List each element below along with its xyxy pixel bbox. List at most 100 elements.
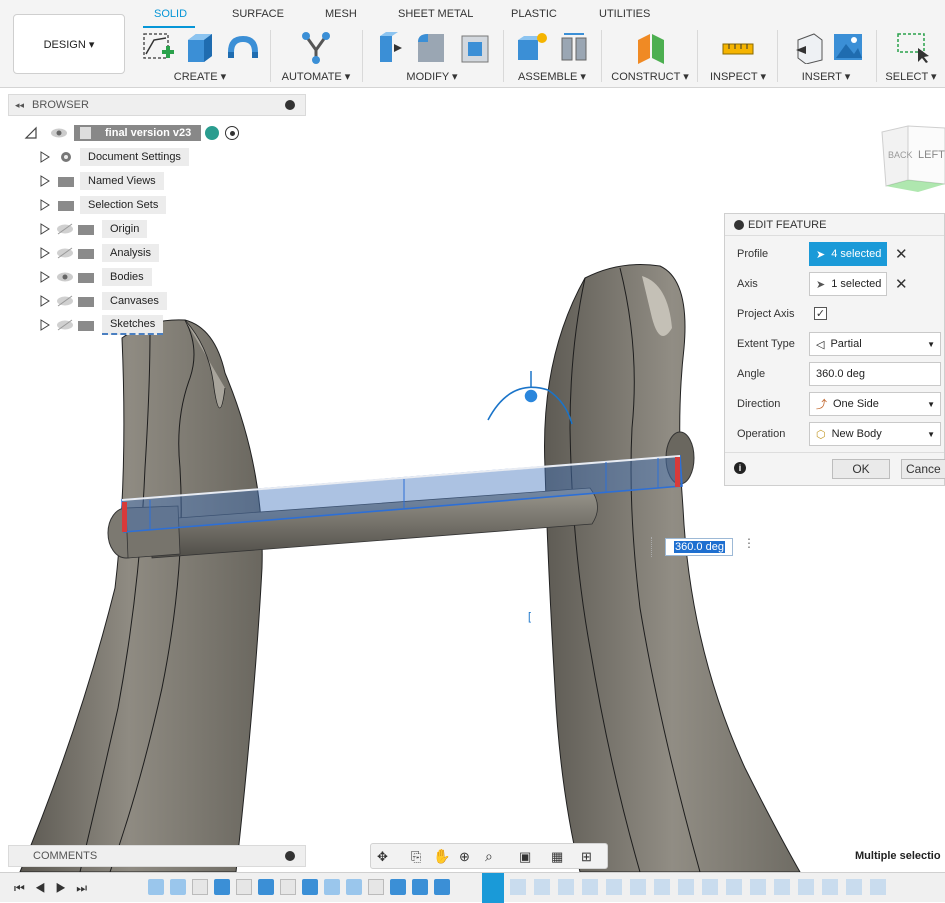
select-menu[interactable]: SELECT ▾: [882, 70, 940, 83]
timeline-feature-icon[interactable]: [726, 879, 742, 895]
extent-type-dropdown[interactable]: ◁ Partial ▼: [809, 332, 941, 356]
timeline-feature-icon[interactable]: [412, 879, 428, 895]
expand-icon[interactable]: [40, 271, 50, 283]
fillet-icon[interactable]: [414, 30, 448, 64]
visibility-eye-icon[interactable]: [56, 270, 76, 284]
tab-utilities[interactable]: UTILITIES: [599, 8, 650, 20]
joint-icon[interactable]: [556, 30, 592, 64]
tree-item-bodies[interactable]: Bodies: [40, 267, 152, 287]
direction-dropdown[interactable]: ⤴ One Side ▼: [809, 392, 941, 416]
timeline-feature-icon[interactable]: [654, 879, 670, 895]
timeline-feature-icon[interactable]: [750, 879, 766, 895]
timeline-feature-icon[interactable]: [236, 879, 252, 895]
grid-settings-icon[interactable]: ▦: [551, 849, 563, 865]
expand-icon[interactable]: [40, 295, 50, 307]
timeline-feature-icon[interactable]: [346, 879, 362, 895]
automate-icon[interactable]: [298, 30, 334, 64]
revolve-icon[interactable]: [224, 30, 262, 64]
timeline-feature-icon[interactable]: [324, 879, 340, 895]
measure-icon[interactable]: [721, 30, 755, 64]
left-leg-body[interactable]: [19, 319, 263, 872]
expand-root-icon[interactable]: [24, 126, 38, 140]
timeline-feature-icon[interactable]: [582, 879, 598, 895]
timeline-feature-icon[interactable]: [214, 879, 230, 895]
timeline-controls[interactable]: ⏮◀▶⏭: [14, 881, 97, 896]
zoom-icon[interactable]: ⊕: [459, 849, 470, 865]
expand-icon[interactable]: [40, 223, 50, 235]
clear-axis-icon[interactable]: ✕: [895, 275, 908, 293]
tree-item-selection-sets[interactable]: Selection Sets: [40, 195, 167, 215]
timeline-feature-icon[interactable]: [846, 879, 862, 895]
timeline-feature-icon[interactable]: [606, 879, 622, 895]
angle-manipulator-handle[interactable]: [523, 388, 539, 404]
construct-plane-icon[interactable]: [634, 30, 668, 64]
radio-active-icon[interactable]: [225, 126, 240, 140]
timeline-feature-icon[interactable]: [170, 879, 186, 895]
tree-item-named-views[interactable]: Named Views: [40, 171, 164, 191]
extrude-icon[interactable]: [182, 30, 216, 64]
tab-plastic[interactable]: PLASTIC: [511, 8, 557, 20]
tab-surface[interactable]: SURFACE: [232, 8, 284, 20]
activate-icon[interactable]: [205, 126, 220, 140]
timeline-bar[interactable]: ⏮◀▶⏭: [0, 872, 945, 903]
create-sketch-icon[interactable]: [140, 30, 176, 64]
dialog-collapse-icon[interactable]: [734, 219, 744, 230]
angle-options-icon[interactable]: ⋮: [743, 537, 755, 549]
timeline-features[interactable]: [148, 879, 478, 897]
hidden-eye-icon[interactable]: [56, 294, 76, 308]
automate-menu[interactable]: AUTOMATE ▾: [276, 70, 356, 83]
info-icon[interactable]: i: [734, 462, 746, 474]
tree-item-sketches[interactable]: Sketches: [40, 315, 164, 335]
timeline-feature-icon[interactable]: [258, 879, 274, 895]
expand-icon[interactable]: [40, 175, 50, 187]
timeline-feature-icon[interactable]: [434, 879, 450, 895]
tab-solid[interactable]: SOLID: [154, 8, 187, 20]
axis-selector[interactable]: ➤ 1 selected: [809, 272, 887, 296]
timeline-current-feature[interactable]: [482, 873, 504, 903]
create-menu[interactable]: CREATE ▾: [138, 70, 262, 83]
add-comment-icon[interactable]: [285, 851, 295, 861]
dialog-header[interactable]: EDIT FEATURE: [725, 214, 944, 236]
timeline-feature-icon[interactable]: [798, 879, 814, 895]
insert-derive-icon[interactable]: [792, 30, 826, 64]
expand-icon[interactable]: [40, 319, 50, 331]
ok-button[interactable]: OK: [832, 459, 890, 479]
timeline-feature-icon[interactable]: [302, 879, 318, 895]
insert-canvas-icon[interactable]: [832, 30, 864, 64]
viewports-icon[interactable]: ⊞: [581, 849, 592, 865]
profile-selector[interactable]: ➤ 4 selected: [809, 242, 887, 266]
view-cube[interactable]: BACK LEFT: [878, 124, 945, 194]
tree-item-document-settings[interactable]: Document Settings: [40, 147, 189, 167]
workspace-dropdown[interactable]: DESIGN ▾: [13, 14, 125, 74]
tree-item-origin[interactable]: Origin: [40, 219, 148, 239]
project-axis-checkbox[interactable]: ✓: [814, 307, 827, 320]
timeline-feature-icon[interactable]: [192, 879, 208, 895]
browser-panel-header[interactable]: ◂◂ BROWSER: [8, 94, 306, 116]
browser-options-icon[interactable]: [285, 100, 295, 110]
shell-icon[interactable]: [458, 30, 492, 64]
expand-icon[interactable]: [40, 247, 50, 259]
timeline-feature-icon[interactable]: [534, 879, 550, 895]
comments-panel-header[interactable]: COMMENTS: [8, 845, 306, 867]
tree-item-canvases[interactable]: Canvases: [40, 291, 167, 311]
tab-sheet-metal[interactable]: SHEET METAL: [398, 8, 473, 20]
timeline-feature-icon[interactable]: [510, 879, 526, 895]
assemble-menu[interactable]: ASSEMBLE ▾: [510, 70, 594, 83]
timeline-feature-icon[interactable]: [702, 879, 718, 895]
tree-item-analysis[interactable]: Analysis: [40, 243, 159, 263]
collapse-browser-icon[interactable]: ◂◂: [15, 100, 24, 111]
timeline-feature-icon[interactable]: [870, 879, 886, 895]
timeline-suppressed-features[interactable]: [510, 879, 930, 897]
press-pull-icon[interactable]: [374, 30, 408, 64]
timeline-feature-icon[interactable]: [390, 879, 406, 895]
timeline-feature-icon[interactable]: [630, 879, 646, 895]
hidden-eye-icon[interactable]: [56, 222, 76, 236]
timeline-feature-icon[interactable]: [678, 879, 694, 895]
fit-icon[interactable]: ⌕: [485, 848, 493, 865]
look-at-icon[interactable]: ⎘: [411, 849, 421, 865]
timeline-feature-icon[interactable]: [148, 879, 164, 895]
operation-dropdown[interactable]: ⬡ New Body ▼: [809, 422, 941, 446]
expand-icon[interactable]: [40, 199, 50, 211]
timeline-feature-icon[interactable]: [280, 879, 296, 895]
hidden-eye-icon[interactable]: [56, 318, 76, 332]
